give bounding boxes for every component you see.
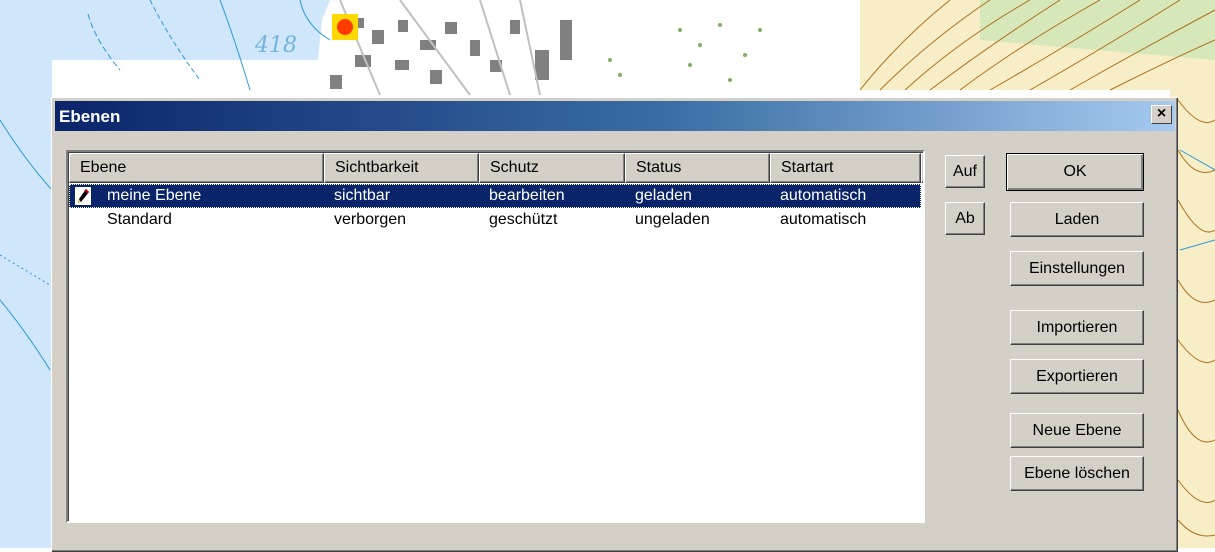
close-button[interactable]: × [1151,105,1172,124]
cell-schutz: geschützt [489,211,558,228]
cell-sichtbarkeit: verborgen [334,211,407,228]
list-header: Ebene Sichtbarkeit Schutz Status Startar… [69,153,923,183]
layer-list[interactable]: Ebene Sichtbarkeit Schutz Status Startar… [66,150,925,523]
new-layer-button[interactable]: Neue Ebene [1010,413,1144,448]
cell-ebene-label: meine Ebene [107,187,202,204]
cell-sichtbarkeit: sichtbar [334,187,391,204]
column-header-sichtbarkeit[interactable]: Sichtbarkeit [324,153,479,183]
import-button[interactable]: Importieren [1010,310,1144,345]
settings-button[interactable]: Einstellungen [1010,251,1144,286]
column-header-startart[interactable]: Startart [770,153,921,183]
list-item[interactable]: Standard verborgen geschützt ungeladen a… [69,208,921,232]
dialog-title: Ebenen [59,107,121,126]
dialog-titlebar[interactable]: Ebenen × [55,101,1175,131]
cell-ebene: Standard [69,208,324,232]
load-button[interactable]: Laden [1010,202,1144,237]
map-elevation-label: 418 [254,33,297,58]
column-header-ebene[interactable]: Ebene [69,153,324,183]
ebenen-dialog: Ebenen × Ebene Sichtbarkeit Schutz Statu… [51,97,1178,552]
ok-button[interactable]: OK [1006,153,1144,191]
cell-schutz: bearbeiten [489,187,565,204]
move-down-button[interactable]: Ab [945,202,985,235]
column-header-schutz[interactable]: Schutz [479,153,625,183]
cell-startart: automatisch [780,187,867,204]
list-item[interactable]: meine Ebene sichtbar bearbeiten geladen … [69,184,921,208]
cell-ebene-label: Standard [107,211,172,228]
cell-ebene: meine Ebene [69,184,324,208]
export-button[interactable]: Exportieren [1010,359,1144,394]
delete-layer-button[interactable]: Ebene löschen [1010,456,1144,491]
cell-startart: automatisch [780,211,867,228]
cell-status: geladen [635,187,692,204]
cell-status: ungeladen [635,211,710,228]
column-header-filler [921,153,923,183]
close-icon: × [1156,105,1167,122]
move-up-button[interactable]: Auf [945,155,985,188]
column-header-status[interactable]: Status [625,153,770,183]
pencil-icon [75,187,91,205]
